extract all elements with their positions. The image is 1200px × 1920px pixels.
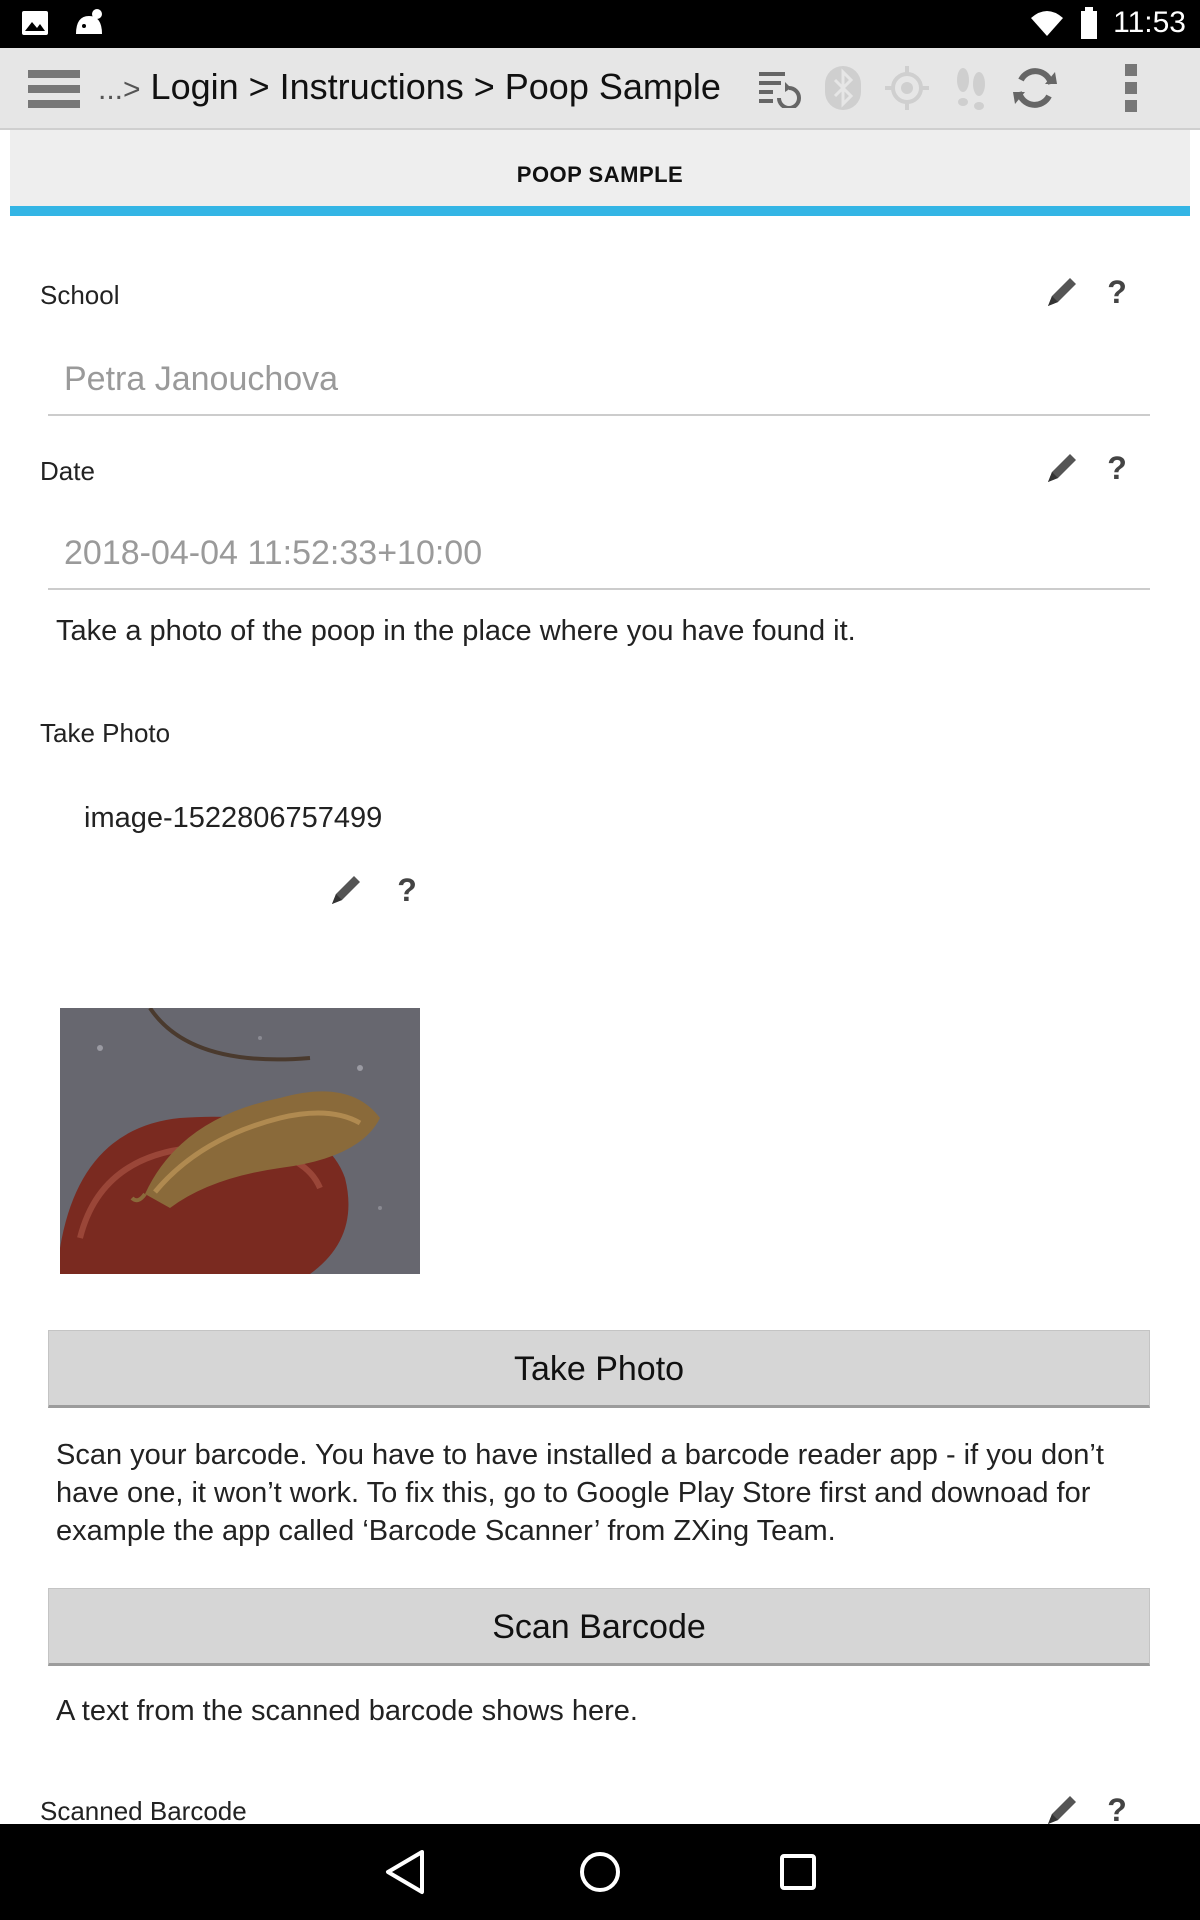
scan-barcode-button[interactable]: Scan Barcode: [48, 1588, 1150, 1666]
scan-result-note: A text from the scanned barcode shows he…: [56, 1695, 638, 1727]
scan-instruction: Scan your barcode. You have to have inst…: [56, 1439, 1104, 1547]
refresh-icon[interactable]: [1011, 64, 1059, 112]
photo-instruction: Take a photo of the poop in the place wh…: [56, 615, 856, 647]
overflow-icon[interactable]: [1107, 64, 1155, 112]
pencil-icon[interactable]: [1044, 274, 1080, 310]
pencil-icon[interactable]: [1044, 1792, 1080, 1824]
take-photo-label: Take Photo: [40, 718, 171, 748]
school-field[interactable]: Petra Janouchova: [48, 346, 1150, 416]
take-photo-button[interactable]: Take Photo: [48, 1330, 1150, 1408]
school-label: School: [40, 280, 120, 310]
tab-title: POOP SAMPLE: [516, 162, 684, 187]
breadcrumb-prefix: ...>: [98, 73, 141, 106]
wifi-icon: [1031, 11, 1064, 36]
date-value: 2018-04-04 11:52:33+10:00: [64, 534, 483, 572]
gallery-icon: [22, 11, 48, 35]
back-icon[interactable]: [382, 1848, 428, 1896]
footsteps-icon[interactable]: [947, 64, 995, 112]
tab-indicator: [10, 206, 1190, 216]
recents-icon[interactable]: [776, 1850, 820, 1894]
gps-icon[interactable]: [883, 64, 931, 112]
school-value: Petra Janouchova: [64, 360, 339, 398]
android-icon: [76, 9, 102, 34]
home-icon[interactable]: [576, 1848, 624, 1896]
date-field[interactable]: 2018-04-04 11:52:33+10:00: [48, 520, 1150, 590]
photo-thumbnail[interactable]: [60, 1008, 420, 1274]
menu-icon[interactable]: [28, 68, 84, 110]
breadcrumb[interactable]: ...> Login > Instructions > Poop Sample: [98, 66, 721, 108]
help-icon[interactable]: ?: [1102, 274, 1132, 311]
date-label: Date: [40, 456, 95, 486]
scanned-barcode-label: Scanned Barcode: [40, 1796, 247, 1824]
help-icon[interactable]: ?: [392, 872, 422, 909]
navigation-bar: [0, 1824, 1200, 1920]
form-content[interactable]: School ? Petra Janouchova Date ? 2018-04…: [10, 216, 1190, 1824]
clock: 11:53: [1113, 6, 1186, 39]
battery-icon: [1081, 7, 1098, 39]
help-icon[interactable]: ?: [1102, 1792, 1132, 1824]
help-icon[interactable]: ?: [1102, 450, 1132, 487]
breadcrumb-path: Login > Instructions > Poop Sample: [150, 66, 721, 107]
bluetooth-icon[interactable]: [819, 64, 867, 112]
status-bar: 11:53: [0, 0, 1200, 48]
app-bar: ...> Login > Instructions > Poop Sample: [0, 48, 1200, 130]
pencil-icon[interactable]: [328, 872, 364, 908]
tab-poop-sample[interactable]: POOP SAMPLE: [10, 130, 1190, 206]
pencil-icon[interactable]: [1044, 450, 1080, 486]
sync-list-icon[interactable]: [755, 64, 803, 112]
photo-filename: image-1522806757499: [84, 802, 383, 834]
